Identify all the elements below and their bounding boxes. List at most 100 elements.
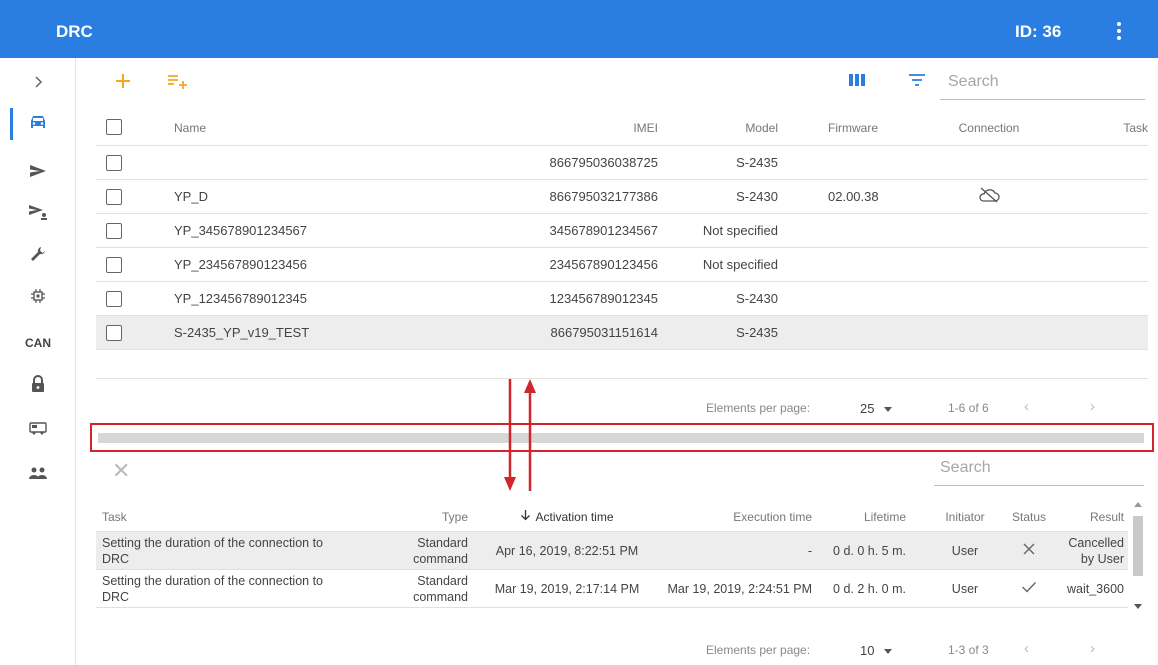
arrow-down-icon [520, 509, 531, 524]
device-name: YP_D [174, 189, 208, 204]
task-type: Standard command [413, 573, 468, 604]
add-button[interactable] [114, 72, 132, 95]
sidebar-item-hardware[interactable] [0, 278, 76, 318]
sidebar-item-vehicles[interactable] [0, 104, 76, 144]
task-name: Setting the duration of the connection t… [102, 573, 323, 604]
device-firmware: 02.00.38 [828, 189, 879, 204]
scroll-up-icon[interactable] [1134, 502, 1142, 507]
check-icon [1021, 580, 1037, 597]
next-page-icon[interactable]: › [1090, 640, 1095, 657]
per-page-select[interactable]: 10 [860, 643, 893, 658]
sidebar-item-users[interactable] [0, 455, 76, 495]
tasks-table: Task Type Activation time Execution time… [96, 502, 1128, 608]
result: Cancelled by User [1068, 535, 1124, 566]
status [1006, 570, 1052, 607]
device-model: Not specified [702, 257, 778, 272]
sidebar-item-security[interactable] [0, 366, 76, 406]
lifetime: 0 d. 0 h. 5 m. [833, 543, 906, 558]
column-header-firmware[interactable]: Firmware [828, 110, 878, 145]
users-icon [28, 466, 48, 485]
device-search-input[interactable] [940, 68, 1145, 96]
task-search-input[interactable] [934, 454, 1144, 482]
row-checkbox[interactable] [106, 189, 122, 205]
column-header-execution-time[interactable]: Execution time [733, 502, 812, 531]
result: wait_3600 [1067, 581, 1124, 596]
column-header-imei[interactable]: IMEI [633, 110, 658, 145]
column-header-model[interactable]: Model [745, 110, 778, 145]
table-row[interactable]: YP_D 866795032177386 S-2430 02.00.38 [96, 180, 1148, 214]
truck-icon [29, 420, 47, 441]
device-imei: 234567890123456 [549, 257, 658, 272]
devices-pager: Elements per page: 25 1-6 of 6 ‹ › [706, 393, 1146, 423]
filter-button[interactable] [908, 72, 926, 93]
activation-time: Apr 16, 2019, 8:22:51 PM [495, 543, 639, 558]
device-search [940, 68, 1145, 100]
scroll-thumb[interactable] [1133, 516, 1143, 576]
per-page-value: 10 [860, 643, 875, 658]
column-header-name[interactable]: Name [174, 110, 206, 145]
pager-range: 1-6 of 6 [948, 401, 989, 415]
splitter-highlight [90, 423, 1154, 452]
can-icon: CAN [25, 336, 51, 350]
resize-splitter[interactable] [98, 433, 1144, 443]
row-checkbox[interactable] [106, 291, 122, 307]
execution-time: - [807, 543, 812, 558]
column-header-type[interactable]: Type [442, 502, 468, 531]
cancelled-icon [1022, 542, 1036, 559]
playlist-add-icon [166, 75, 188, 94]
device-model: S-2430 [736, 291, 778, 306]
table-row[interactable]: YP_123456789012345 123456789012345 S-243… [96, 282, 1148, 316]
per-page-select[interactable]: 25 [860, 401, 893, 416]
divider [96, 378, 1148, 379]
next-page-icon[interactable]: › [1090, 398, 1095, 415]
drag-arrows-annotation [504, 379, 536, 491]
row-checkbox[interactable] [106, 223, 122, 239]
more-menu-icon[interactable] [1112, 22, 1126, 40]
row-checkbox[interactable] [106, 257, 122, 273]
sidebar-item-transport[interactable] [0, 410, 76, 450]
sidebar-item-can[interactable]: CAN [0, 323, 76, 363]
table-header: Task Type Activation time Execution time… [96, 502, 1128, 532]
device-model: S-2435 [736, 325, 778, 340]
column-header-task[interactable]: Task [102, 502, 352, 531]
table-row[interactable]: YP_234567890123456 234567890123456 Not s… [96, 248, 1148, 282]
activation-time: Mar 19, 2019, 2:17:14 PM [494, 581, 640, 596]
app-title: DRC [56, 22, 93, 41]
device-imei: 345678901234567 [549, 223, 658, 238]
table-row[interactable]: 866795036038725 S-2435 [96, 146, 1148, 180]
plus-icon [114, 74, 132, 94]
sidebar-item-send[interactable] [0, 153, 76, 193]
select-all-checkbox[interactable] [106, 119, 122, 135]
expand-icon[interactable] [0, 62, 76, 102]
add-list-button[interactable] [166, 72, 188, 95]
close-icon[interactable]: ✕ [112, 458, 130, 484]
device-imei: 866795031151614 [550, 325, 659, 340]
app-header: DRC ID: 36 [0, 0, 1158, 58]
column-header-status[interactable]: Status [1006, 502, 1052, 531]
table-header: Name IMEI Model Firmware Connection Task [96, 110, 1148, 146]
column-header-lifetime[interactable]: Lifetime [864, 502, 906, 531]
table-row[interactable]: Setting the duration of the connection t… [96, 570, 1128, 608]
table-row[interactable]: Setting the duration of the connection t… [96, 532, 1128, 570]
sidebar-item-service[interactable] [0, 236, 76, 276]
table-row[interactable]: S-2435_YP_v19_TEST 866795031151614 S-243… [96, 316, 1148, 350]
car-icon [28, 114, 48, 135]
prev-page-icon[interactable]: ‹ [1024, 398, 1029, 415]
sidebar-item-send-group[interactable] [0, 194, 76, 234]
column-header-activation-time[interactable]: Activation time [482, 502, 652, 531]
tasks-scrollbar[interactable] [1131, 500, 1145, 620]
row-checkbox[interactable] [106, 325, 122, 341]
column-header-result[interactable]: Result [1090, 502, 1124, 531]
table-row[interactable]: YP_345678901234567 345678901234567 Not s… [96, 214, 1148, 248]
columns-icon [848, 74, 866, 92]
row-checkbox[interactable] [106, 155, 122, 171]
send-group-icon [27, 203, 49, 226]
column-header-connection[interactable]: Connection [944, 110, 1034, 145]
column-header-task[interactable]: Task [1123, 110, 1148, 145]
prev-page-icon[interactable]: ‹ [1024, 640, 1029, 657]
scroll-down-icon[interactable] [1134, 604, 1142, 609]
device-name: YP_123456789012345 [174, 291, 308, 306]
execution-time: Mar 19, 2019, 2:24:51 PM [667, 581, 812, 596]
column-header-initiator[interactable]: Initiator [934, 502, 996, 531]
columns-button[interactable] [848, 72, 866, 93]
